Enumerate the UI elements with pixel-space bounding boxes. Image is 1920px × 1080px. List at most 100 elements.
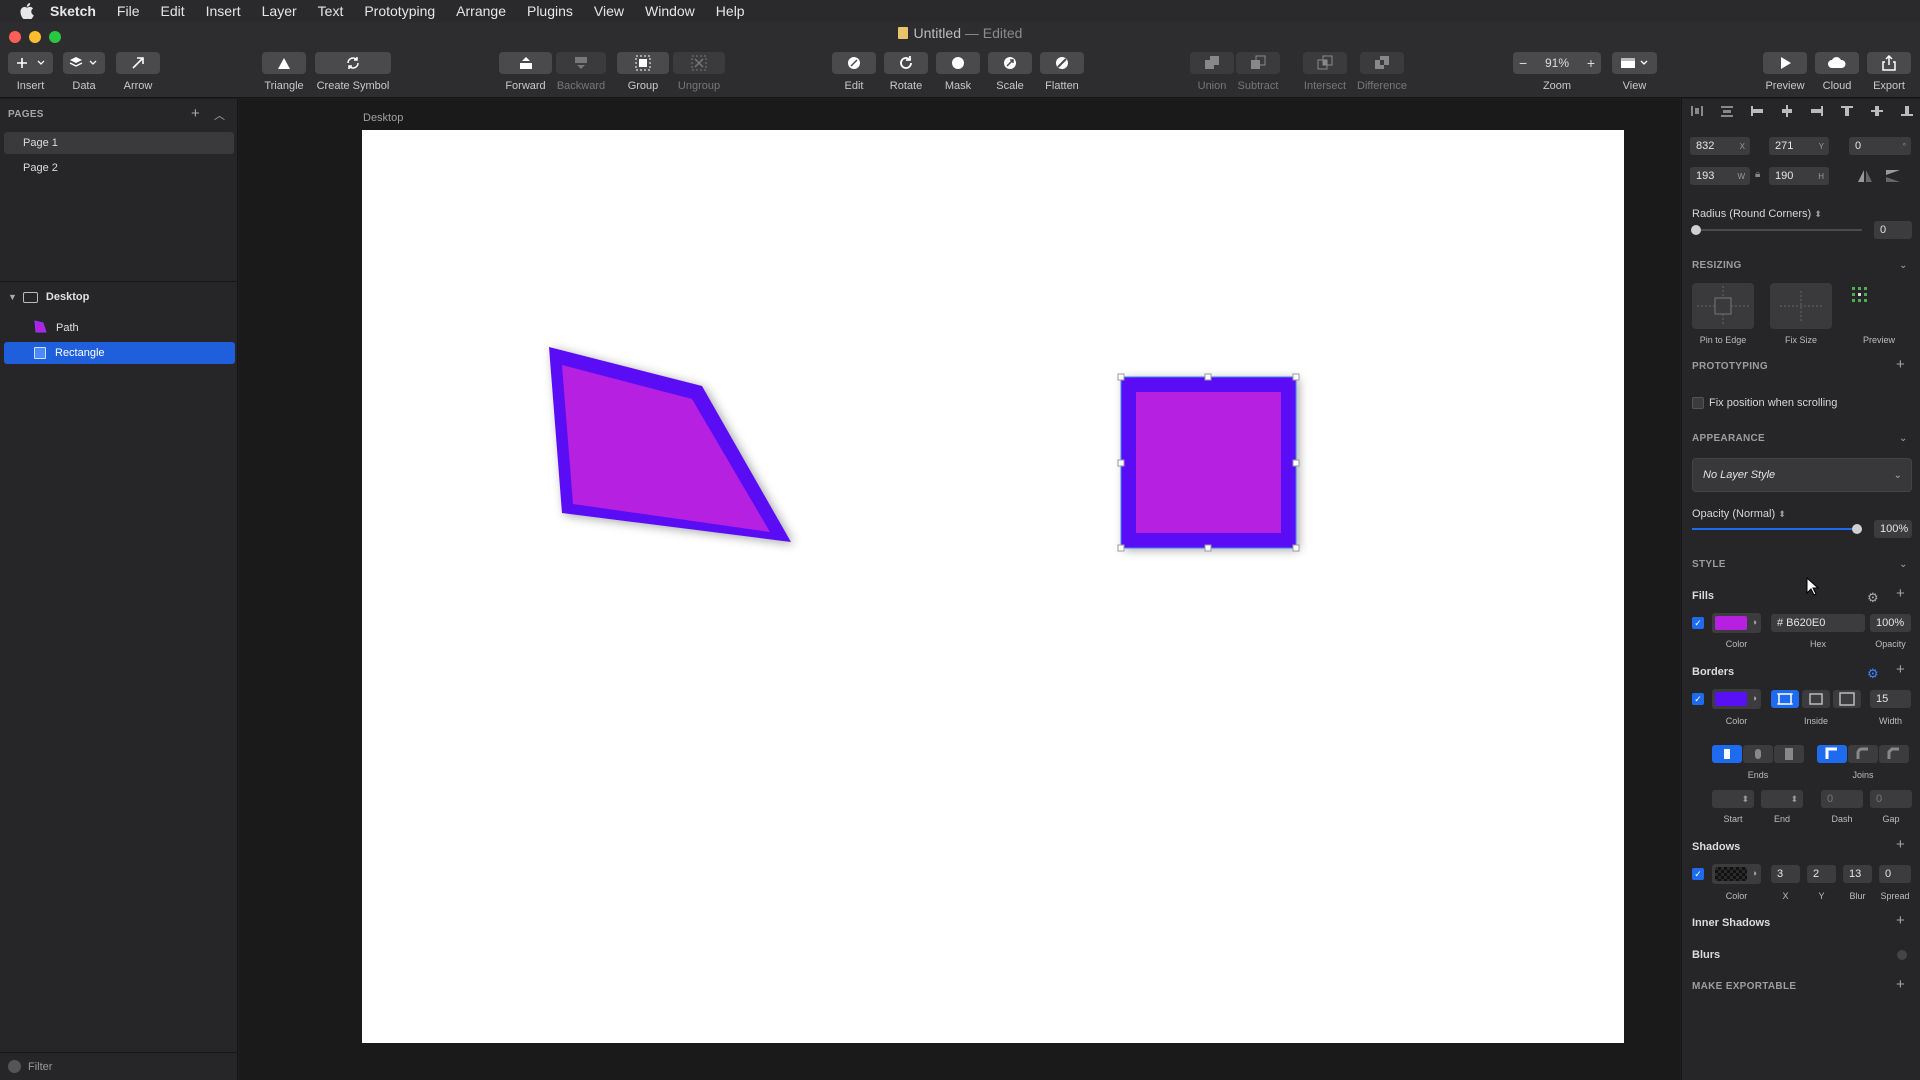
pin-to-edge-control[interactable] (1692, 283, 1754, 329)
menu-text[interactable]: Text (318, 3, 344, 19)
add-inner-shadow-icon[interactable]: + (1896, 912, 1905, 929)
miter-join-button[interactable] (1817, 745, 1847, 763)
align-bottom-icon[interactable] (1900, 105, 1914, 119)
create-symbol-button[interactable] (315, 52, 391, 74)
canvas[interactable]: Desktop (239, 99, 1680, 1080)
subtract-button[interactable] (1236, 52, 1280, 74)
data-button[interactable] (63, 52, 105, 74)
border-outside-position-button[interactable] (1833, 690, 1861, 708)
rotation-field[interactable]: 0 ° (1849, 137, 1911, 155)
shadow-y-field[interactable]: 2 (1807, 865, 1836, 883)
insert-tool[interactable]: Insert (8, 52, 53, 92)
rectangle-shape[interactable] (1121, 377, 1296, 548)
backward-button[interactable] (556, 52, 606, 74)
page-item-page-1[interactable]: Page 1 (4, 132, 234, 154)
group-tool[interactable]: Group (617, 52, 669, 92)
fill-settings-icon[interactable]: ⚙︎ (1867, 590, 1879, 606)
page-item-page-2[interactable]: Page 2 (4, 157, 234, 179)
add-shadow-icon[interactable]: + (1896, 836, 1905, 853)
scale-tool[interactable]: Scale (988, 52, 1032, 92)
collapse-appearance-icon[interactable]: ⌄ (1899, 433, 1907, 444)
flip-horizontal-icon[interactable] (1857, 169, 1873, 186)
align-right-icon[interactable] (1810, 105, 1824, 119)
lock-ratio-icon[interactable]: 🔒︎ (1755, 169, 1760, 180)
rotate-tool[interactable]: Rotate (884, 52, 928, 92)
fill-hex-field[interactable]: # B620E0 (1771, 614, 1865, 632)
intersect-button[interactable] (1303, 52, 1347, 74)
export-tool[interactable]: Export (1867, 52, 1911, 92)
add-blur-icon[interactable] (1897, 950, 1907, 960)
radius-slider-track[interactable] (1692, 229, 1862, 231)
forward-button[interactable] (499, 52, 552, 74)
layer-style-select[interactable]: No Layer Style ⌄ (1692, 458, 1912, 492)
butt-end-button[interactable] (1712, 745, 1742, 763)
menu-insert[interactable]: Insert (206, 3, 241, 19)
filter-icon[interactable] (8, 1060, 21, 1073)
gap-field[interactable]: 0 (1870, 790, 1912, 808)
y-position-field[interactable]: 271 Y (1769, 137, 1829, 155)
flatten-button[interactable] (1040, 52, 1084, 74)
dash-field[interactable]: 0 (1821, 790, 1863, 808)
round-end-button[interactable] (1743, 745, 1773, 763)
border-inside-position-button[interactable] (1802, 690, 1830, 708)
layer-artboard-desktop[interactable]: ▼ Desktop (4, 286, 235, 308)
shadow-color-swatch[interactable]: ◑ (1712, 864, 1761, 884)
fix-size-control[interactable] (1770, 283, 1832, 329)
bevel-join-button[interactable] (1879, 745, 1909, 763)
mask-button[interactable] (936, 52, 980, 74)
align-top-icon[interactable] (1840, 105, 1854, 119)
view-button[interactable] (1612, 52, 1657, 74)
layer-path[interactable]: Path (4, 317, 235, 339)
rotate-button[interactable] (884, 52, 928, 74)
start-arrow-select[interactable]: ⬍ (1712, 790, 1754, 808)
zoom-value[interactable]: 91% (1545, 56, 1569, 70)
ungroup-tool[interactable]: Ungroup (673, 52, 725, 92)
ungroup-button[interactable] (673, 52, 725, 74)
shadow-spread-field[interactable]: 0 (1879, 865, 1911, 883)
artboard-desktop[interactable] (362, 130, 1624, 1043)
preview-button[interactable] (1763, 52, 1807, 74)
border-settings-icon[interactable]: ⚙︎ (1867, 666, 1879, 682)
artboard-title[interactable]: Desktop (363, 112, 403, 124)
menu-arrange[interactable]: Arrange (456, 3, 506, 19)
scale-button[interactable] (988, 52, 1032, 74)
x-position-field[interactable]: 832 X (1690, 137, 1750, 155)
menu-file[interactable]: File (117, 3, 140, 19)
menu-plugins[interactable]: Plugins (527, 3, 573, 19)
radius-field[interactable]: 0 (1874, 221, 1912, 239)
mask-tool[interactable]: Mask (936, 52, 980, 92)
shadow-x-field[interactable]: 3 (1771, 865, 1800, 883)
border-color-swatch[interactable]: ◑ (1712, 689, 1761, 709)
menu-sketch[interactable]: Sketch (50, 3, 96, 19)
collapse-style-icon[interactable]: ⌄ (1899, 559, 1907, 570)
add-prototyping-icon[interactable]: + (1896, 356, 1905, 373)
fill-color-swatch[interactable]: ◑ (1712, 613, 1761, 633)
align-center-icon[interactable] (1780, 105, 1794, 119)
backward-tool[interactable]: Backward (556, 52, 606, 92)
difference-tool[interactable]: Difference (1357, 52, 1407, 92)
height-field[interactable]: 190 H (1769, 167, 1829, 185)
round-join-button[interactable] (1848, 745, 1878, 763)
collapse-pages-icon[interactable]: ︿ (214, 107, 225, 123)
preview-tool[interactable]: Preview (1763, 52, 1807, 92)
menu-prototyping[interactable]: Prototyping (364, 3, 435, 19)
difference-button[interactable] (1359, 52, 1404, 74)
menu-layer[interactable]: Layer (262, 3, 297, 19)
opacity-slider-thumb[interactable] (1852, 524, 1862, 534)
data-tool[interactable]: Data (63, 52, 105, 92)
add-export-icon[interactable]: + (1896, 976, 1905, 993)
menu-help[interactable]: Help (716, 3, 745, 19)
square-end-button[interactable] (1774, 745, 1804, 763)
menu-view[interactable]: View (594, 3, 624, 19)
flatten-tool[interactable]: Flatten (1040, 52, 1084, 92)
fix-position-checkbox[interactable] (1692, 397, 1704, 409)
fill-opacity-field[interactable]: 100% (1870, 614, 1911, 632)
width-field[interactable]: 193 W (1690, 167, 1750, 185)
distribute-vertical-icon[interactable] (1720, 105, 1734, 119)
shadow-enabled-checkbox[interactable]: ✓ (1692, 868, 1704, 880)
shadow-blur-field[interactable]: 13 (1843, 865, 1872, 883)
menu-window[interactable]: Window (645, 3, 695, 19)
border-center-position-button[interactable] (1771, 690, 1799, 708)
align-left-icon[interactable] (1750, 105, 1764, 119)
edit-tool[interactable]: Edit (832, 52, 876, 92)
